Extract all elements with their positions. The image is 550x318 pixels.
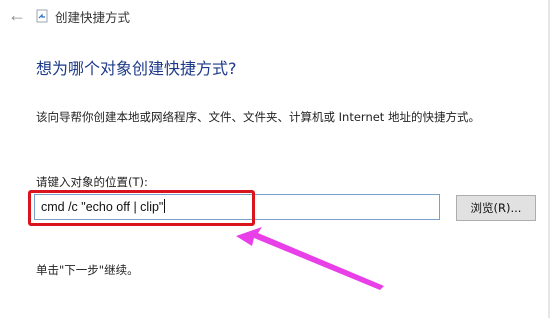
shortcut-wizard-icon (36, 9, 48, 23)
wizard-description: 该向导帮你创建本地或网络程序、文件、文件夹、计算机或 Internet 地址的快… (36, 110, 480, 124)
title-bar: ← 创建快捷方式 (0, 0, 550, 34)
text-caret (164, 199, 166, 213)
location-input[interactable]: cmd /c "echo off | clip" (34, 194, 440, 220)
next-step-hint: 单击"下一步"继续。 (36, 263, 139, 277)
window-title: 创建快捷方式 (55, 10, 131, 25)
location-input-value: cmd /c "echo off | clip" (41, 199, 166, 214)
location-label: 请键入对象的位置(T): (36, 175, 148, 189)
browse-button[interactable]: 浏览(R)... (456, 195, 536, 221)
back-arrow-icon[interactable]: ← (6, 4, 28, 26)
page-heading: 想为哪个对象创建快捷方式? (36, 59, 237, 78)
